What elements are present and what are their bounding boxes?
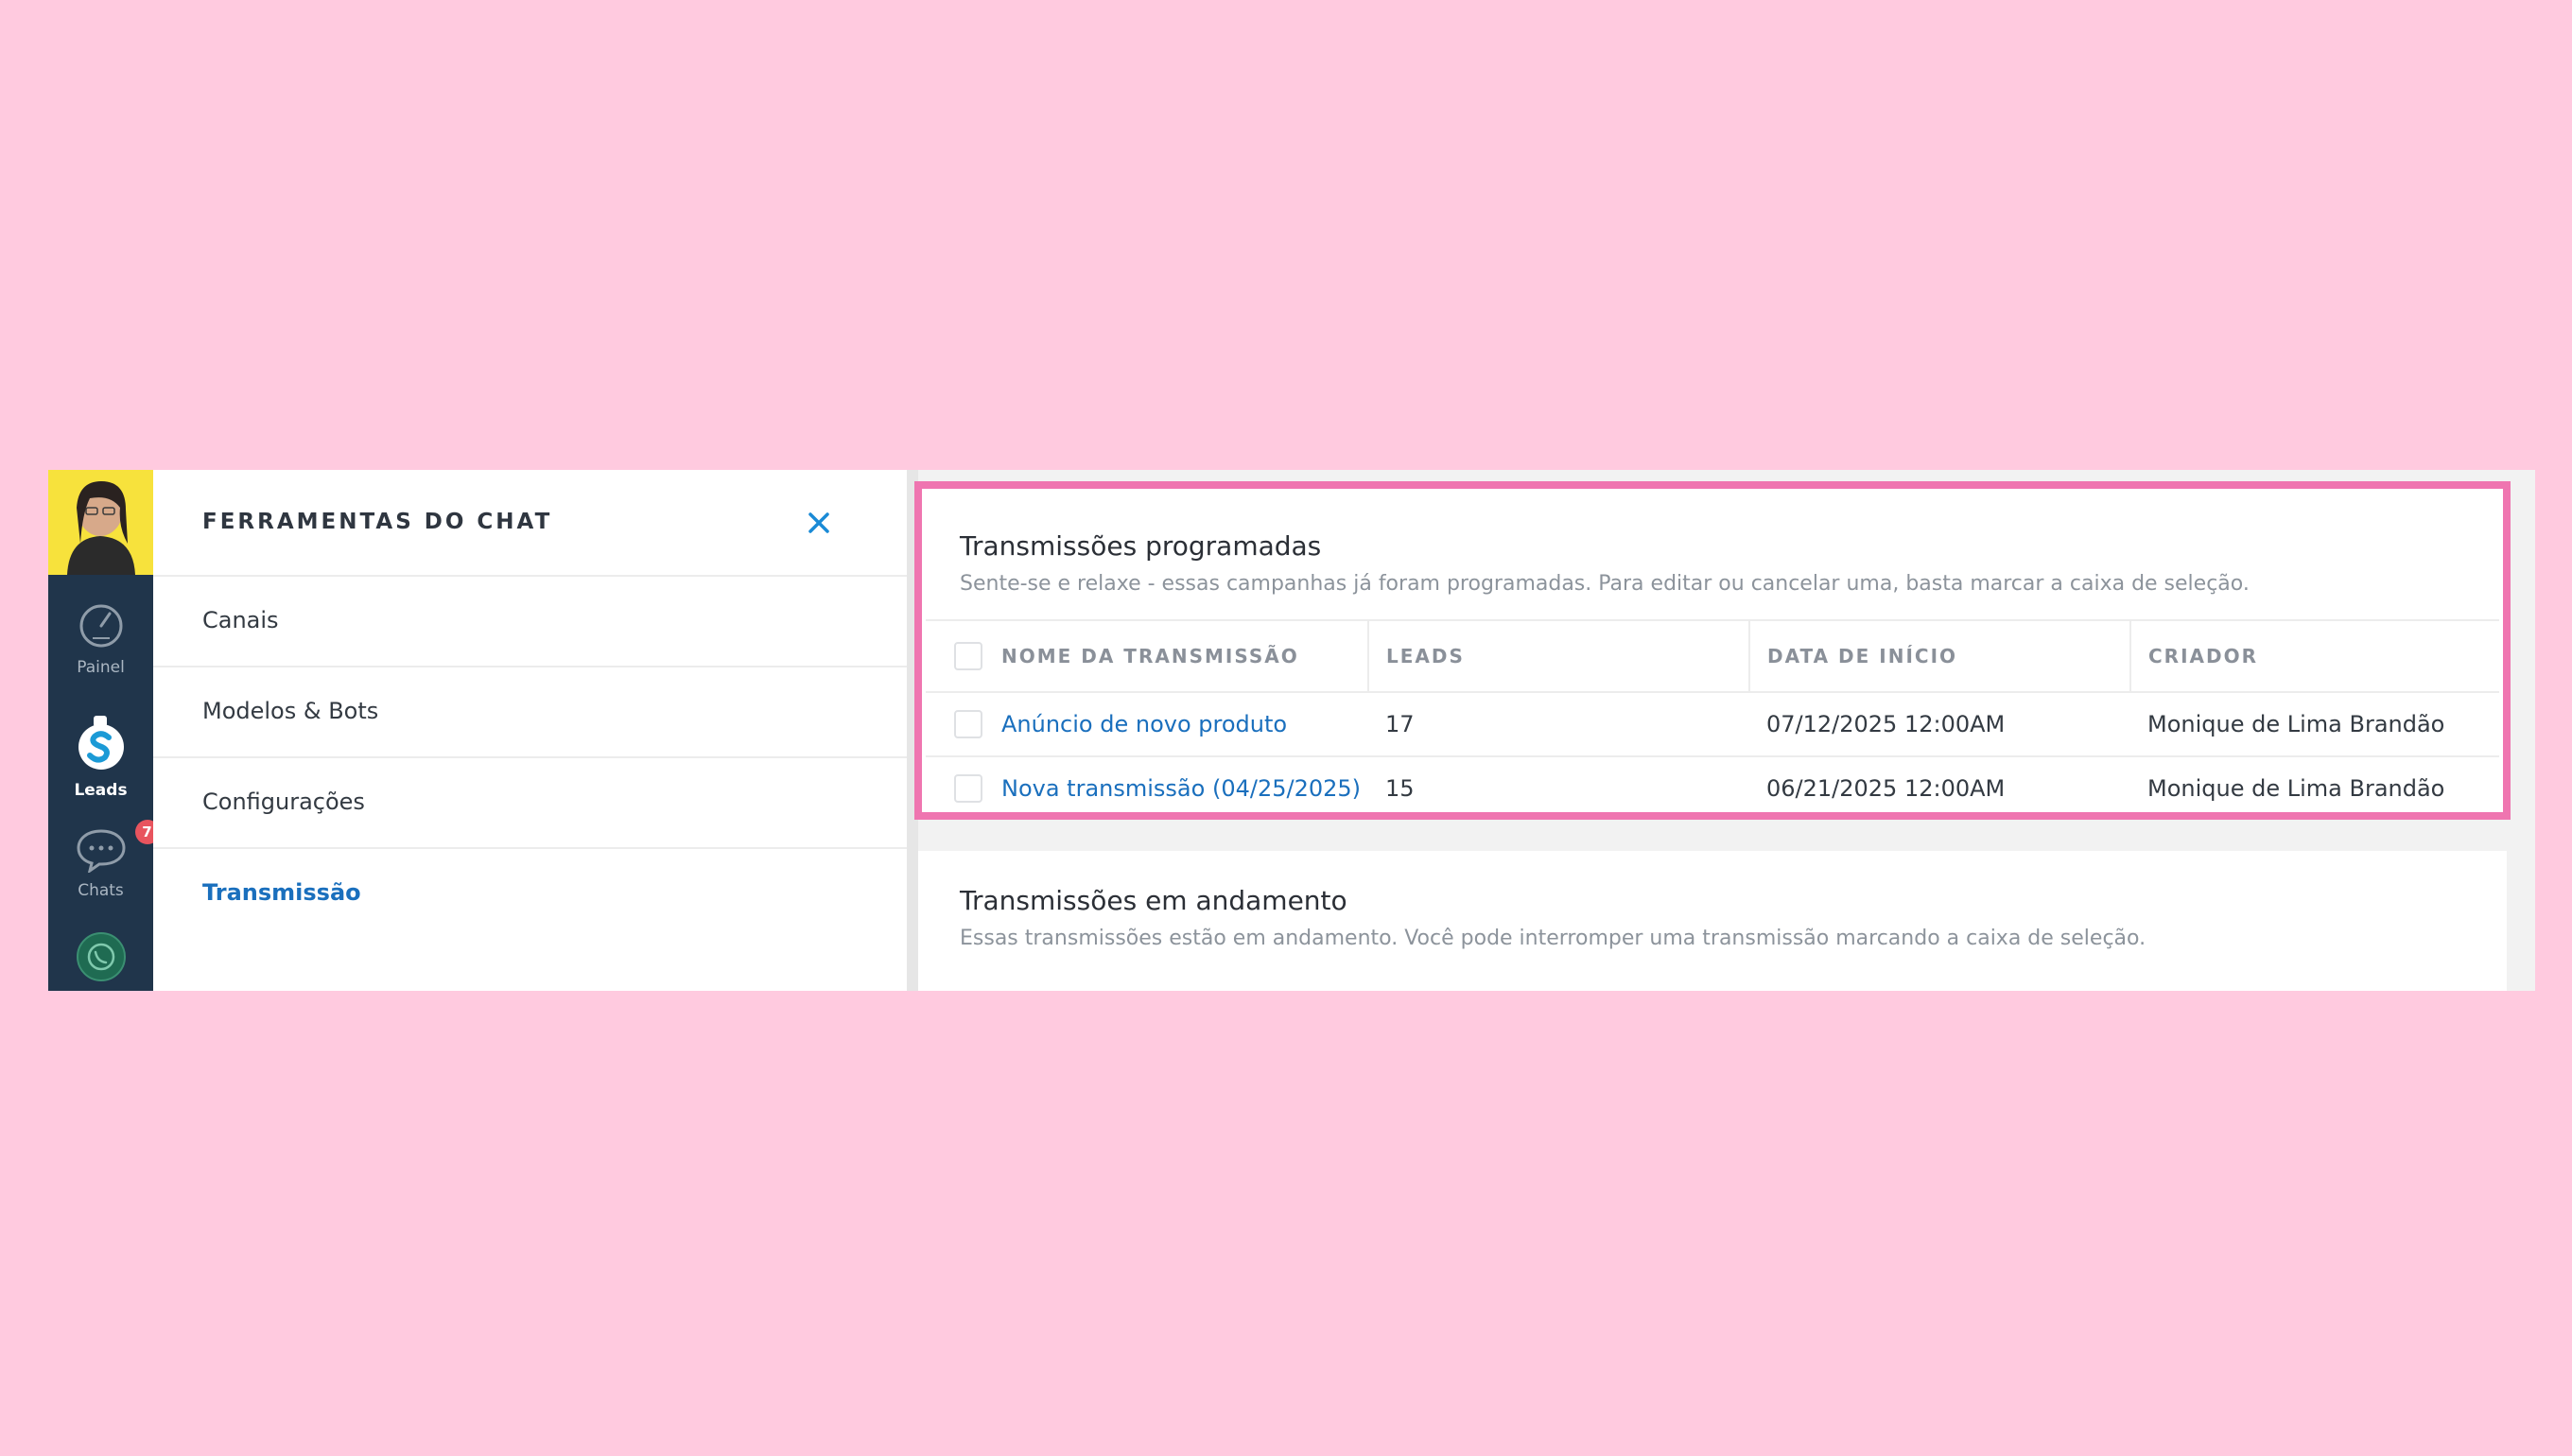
- select-all-checkbox[interactable]: [954, 642, 982, 670]
- broadcast-name-link[interactable]: Anúncio de novo produto: [1001, 711, 1287, 737]
- menu-item-configuracoes[interactable]: Configurações: [153, 758, 907, 849]
- nav-label: Chats: [78, 881, 124, 900]
- nav-label: Painel: [77, 658, 125, 677]
- tools-header: FERRAMENTAS DO CHAT: [153, 470, 907, 577]
- menu-item-label: Configurações: [202, 789, 365, 815]
- table-row: Nova transmissão (04/25/2025) 15 06/21/2…: [926, 756, 2499, 820]
- nav-whatsapp[interactable]: [48, 931, 153, 987]
- leads-count: 15: [1385, 775, 1415, 802]
- menu-item-canais[interactable]: Canais: [153, 577, 907, 667]
- table-row: Anúncio de novo produto 17 07/12/2025 12…: [926, 692, 2499, 757]
- ongoing-broadcasts-card: Transmissões em andamento Essas transmis…: [918, 851, 2507, 991]
- leads-count: 17: [1368, 692, 1749, 757]
- row-checkbox[interactable]: [954, 710, 982, 738]
- chat-tools-panel: FERRAMENTAS DO CHAT Canais Modelos & Bot…: [153, 470, 918, 991]
- column-header: LEADS: [1386, 645, 1465, 667]
- speedometer-icon: [79, 604, 122, 648]
- main-content: Transmissões programadas Sente-se e rela…: [914, 470, 2535, 991]
- scheduled-table: NOME DA TRANSMISSÃO LEADS DATA DE INÍCIO…: [926, 619, 2499, 820]
- section-subtitle: Sente-se e relaxe - essas campanhas já f…: [960, 572, 2250, 596]
- icon-sidebar: Painel Leads 7 Chats: [48, 470, 160, 991]
- row-checkbox[interactable]: [954, 774, 982, 803]
- tools-title: FERRAMENTAS DO CHAT: [202, 510, 553, 534]
- start-date: 06/21/2025 12:00AM: [1766, 775, 2006, 802]
- creator-name: Monique de Lima Brandão: [2130, 692, 2499, 757]
- table-header-row: NOME DA TRANSMISSÃO LEADS DATA DE INÍCIO…: [926, 619, 2499, 693]
- nav-chats[interactable]: 7 Chats: [48, 820, 160, 900]
- section-title: Transmissões programadas: [960, 530, 1322, 562]
- avatar[interactable]: [48, 470, 153, 575]
- start-date: 07/12/2025 12:00AM: [1749, 692, 2130, 757]
- whatsapp-icon: [76, 932, 126, 981]
- broadcast-name-link[interactable]: Nova transmissão (04/25/2025): [1001, 775, 1361, 802]
- nav-painel[interactable]: Painel: [48, 602, 153, 677]
- section-title: Transmissões em andamento: [960, 885, 1347, 916]
- section-subtitle: Essas transmissões estão em andamento. V…: [960, 927, 2146, 950]
- close-icon[interactable]: [802, 506, 836, 540]
- menu-item-transmissao[interactable]: Transmissão: [153, 849, 907, 938]
- leads-logo-icon: [78, 716, 124, 770]
- app-window: Painel Leads 7 Chats FERRAMENTAS DO CHAT…: [48, 470, 2535, 991]
- column-header: DATA DE INÍCIO: [1767, 645, 1958, 667]
- chat-bubble-icon: [76, 829, 126, 875]
- menu-item-label: Canais: [202, 607, 279, 633]
- column-header: NOME DA TRANSMISSÃO: [1001, 645, 1299, 667]
- nav-leads[interactable]: Leads: [48, 714, 153, 800]
- creator-name: Monique de Lima Brandão: [2147, 775, 2445, 802]
- column-header: CRIADOR: [2148, 645, 2259, 667]
- menu-item-label: Transmissão: [202, 879, 361, 906]
- nav-label: Leads: [74, 781, 128, 800]
- menu-item-label: Modelos & Bots: [202, 698, 379, 724]
- scheduled-broadcasts-card: Transmissões programadas Sente-se e rela…: [914, 481, 2511, 820]
- menu-item-modelos-bots[interactable]: Modelos & Bots: [153, 667, 907, 758]
